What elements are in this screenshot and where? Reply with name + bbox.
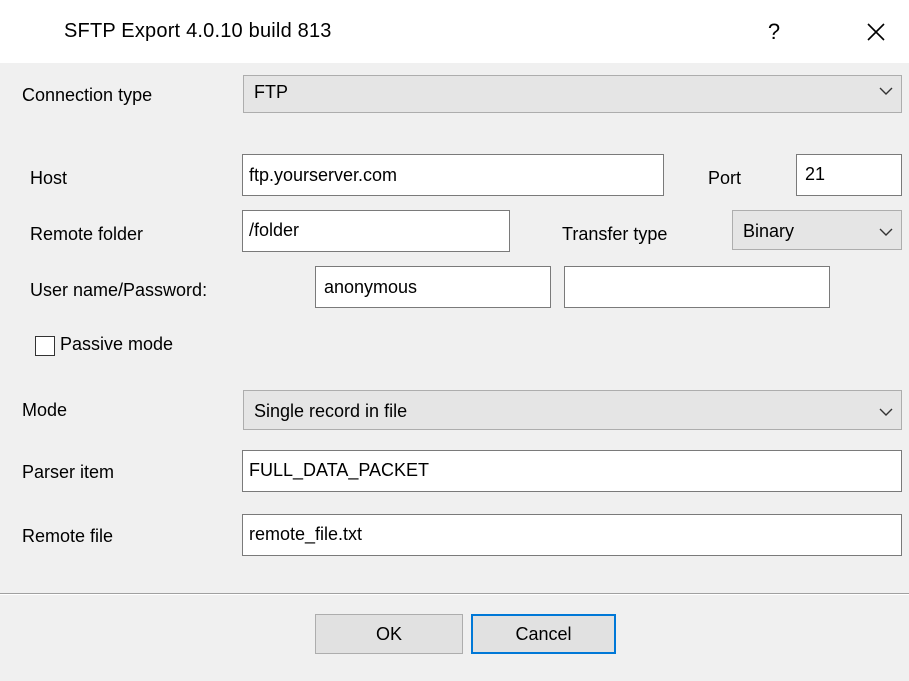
port-label: Port (708, 168, 742, 188)
separator (0, 593, 909, 595)
close-icon[interactable] (848, 10, 904, 54)
title-bar: SFTP Export 4.0.10 build 813 ? (0, 0, 909, 63)
mode-select[interactable]: Single record in file (243, 390, 902, 430)
chevron-down-icon (879, 408, 893, 416)
window-title: SFTP Export 4.0.10 build 813 (64, 20, 332, 42)
chevron-down-icon (879, 87, 893, 95)
host-input[interactable]: ftp.yourserver.com (242, 154, 664, 196)
ok-button[interactable]: OK (315, 614, 463, 654)
transfer-type-select[interactable]: Binary (732, 210, 902, 250)
passive-mode-checkbox[interactable] (35, 336, 55, 356)
connection-type-select[interactable]: FTP (243, 75, 902, 113)
passive-mode-label[interactable]: Passive mode (60, 334, 173, 355)
remote-folder-input[interactable]: /folder (242, 210, 510, 252)
mode-label: Mode (22, 400, 68, 420)
transfer-type-value: Binary (743, 221, 795, 241)
cancel-button[interactable]: Cancel (471, 614, 616, 654)
username-input[interactable]: anonymous (315, 266, 551, 308)
password-input[interactable] (564, 266, 830, 308)
connection-type-label: Connection type (22, 85, 153, 105)
remote-file-label: Remote file (22, 526, 114, 546)
transfer-type-label: Transfer type (562, 224, 668, 244)
port-input[interactable]: 21 (796, 154, 902, 196)
parser-item-input[interactable]: FULL_DATA_PACKET (242, 450, 902, 492)
mode-value: Single record in file (254, 401, 408, 421)
remote-folder-label: Remote folder (30, 224, 144, 244)
credentials-label: User name/Password: (30, 280, 208, 300)
connection-type-value: FTP (254, 82, 288, 102)
parser-item-label: Parser item (22, 462, 115, 482)
help-icon[interactable]: ? (746, 10, 802, 54)
host-label: Host (30, 168, 68, 188)
chevron-down-icon (879, 228, 893, 236)
remote-file-input[interactable]: remote_file.txt (242, 514, 902, 556)
